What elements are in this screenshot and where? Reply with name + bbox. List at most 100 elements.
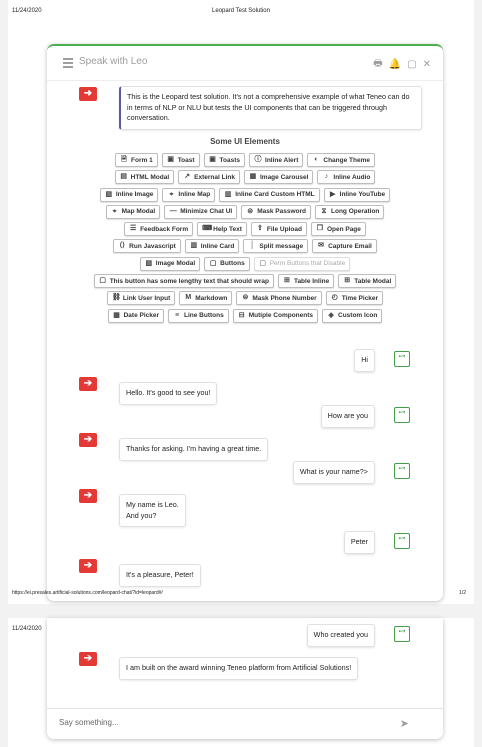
bot-message: Thanks for asking. I'm having a great ti… — [119, 438, 269, 461]
ui-element-button[interactable]: ▥ Inline Card — [184, 239, 240, 254]
ui-element-button-label: HTML Modal — [130, 173, 170, 181]
print-page-1: 11/24/2020 Leopard Test Solution Speak w… — [8, 0, 474, 604]
menu-icon[interactable] — [63, 58, 73, 70]
mask-icon: ⊜ — [247, 207, 254, 215]
ui-element-button[interactable]: ▢ Buttons — [204, 256, 250, 271]
mask-icon: ⊜ — [242, 294, 249, 302]
print-icon[interactable]: 🖶 — [373, 56, 382, 73]
message-input-bar: Say something... ➤ — [47, 708, 443, 739]
ui-element-button[interactable]: ▢ This button has some lengthy text that … — [93, 274, 274, 289]
ui-element-button[interactable]: ▥ Inline Card Custom HTML — [219, 187, 320, 202]
ui-element-button-label: Long Operation — [331, 208, 380, 216]
ui-element-button[interactable]: ◐ Change Theme — [307, 153, 375, 167]
ui-element-button[interactable]: ▣ Toast — [161, 153, 200, 167]
ui-element-button-label: Inline Image — [115, 191, 154, 199]
ui-button-row: ⟨⟩ Run Javascript ▥ Inline Card │ Split messa… — [47, 239, 443, 254]
ui-element-button[interactable]: ✉ Capture Email — [312, 239, 377, 254]
ui-element-button[interactable]: ⊞ Table Inline — [277, 274, 335, 289]
ui-element-button-label: Table Inline — [293, 277, 330, 285]
ui-element-button[interactable]: ⊜ Mask Phone Number — [236, 291, 322, 306]
ui-element-button[interactable]: ⌨ Help Text — [197, 222, 247, 237]
bot-avatar-icon: ➔ — [79, 489, 97, 503]
ui-element-button-label: Time Picker — [341, 294, 379, 302]
ui-element-button-label: Run Javascript — [129, 242, 176, 250]
ui-element-button-label: Help Text — [213, 225, 242, 233]
print-page-2: 11/24/2020 Leopard Test Solution Who cre… — [8, 618, 474, 747]
ui-element-button-label: Inline Audio — [333, 173, 371, 181]
ui-element-button[interactable]: ⇪ File Upload — [250, 222, 307, 237]
ui-element-button[interactable]: M Markdown — [179, 291, 233, 306]
user-avatar-icon: “” — [394, 407, 410, 423]
ui-element-button[interactable]: ⟨⟩ Run Javascript — [113, 239, 181, 254]
ui-element-button[interactable]: ▦ Image Carousel — [243, 170, 314, 185]
ui-element-button[interactable]: ▧ Image Modal — [139, 256, 201, 271]
ui-element-button[interactable]: ⊞ Table Modal — [338, 274, 397, 289]
ui-element-button[interactable]: ⌖ Inline Map — [162, 187, 216, 202]
ui-element-button[interactable]: ▧ Inline Image — [99, 187, 159, 202]
ui-element-button-label: Feedback Form — [140, 225, 189, 233]
user-message: Hi — [354, 349, 375, 372]
image-modal-icon: ▧ — [145, 259, 153, 267]
ui-elements-heading: Some UI Elements — [210, 137, 280, 146]
html-icon: ▤ — [120, 173, 127, 181]
theme-icon: ◐ — [314, 156, 319, 163]
bot-message: It's a pleasure, Peter! — [119, 564, 201, 587]
ui-element-button[interactable]: ◈ Custom Icon — [322, 308, 383, 323]
ui-element-button[interactable]: ⧖ Long Operation — [315, 204, 385, 219]
ui-element-button-label: Toast — [177, 156, 195, 164]
user-avatar-icon: “” — [394, 626, 410, 642]
markdown-icon: M — [185, 294, 192, 302]
ui-element-button[interactable]: ♪ Inline Audio — [317, 170, 376, 185]
ui-element-button[interactable]: ❐ Open Page — [310, 222, 366, 237]
ui-element-button-label: Buttons — [220, 260, 245, 268]
ui-element-button[interactable]: 🖹 Form 1 — [115, 153, 158, 167]
ui-element-button: ▢ Perm Buttons that Disable — [253, 256, 351, 271]
ui-element-button[interactable]: ▶ Inline YouTube — [323, 187, 391, 202]
help-icon: ⌨ — [202, 225, 213, 233]
bot-avatar-icon: ➔ — [79, 377, 97, 391]
ui-element-button[interactable]: ⛓ Link User Input — [106, 291, 176, 306]
ui-element-button[interactable]: ◴ Time Picker — [325, 291, 384, 306]
message-input[interactable]: Say something... — [59, 718, 119, 727]
ui-element-button-label: Custom Icon — [338, 312, 378, 320]
ui-element-button[interactable]: ☰ Feedback Form — [124, 222, 194, 237]
ui-element-button[interactable]: ⓘ Inline Alert — [249, 153, 304, 167]
ui-element-button[interactable]: ≡ Line Buttons — [168, 308, 229, 323]
print-url: https://ei.presales.artificial-solutions… — [12, 590, 163, 596]
ui-button-row: ☰ Feedback Form ⌨ Help Text ⇪ File Upload ❐ Ope… — [47, 222, 443, 237]
ui-element-button[interactable]: ↗ External Link — [178, 170, 240, 185]
ui-element-button-label: Change Theme — [323, 156, 370, 164]
ui-button-row: ⛓ Link User Input M Markdown ⊜ Mask Phone Num… — [47, 291, 443, 306]
clock-icon: ◴ — [331, 294, 338, 302]
ui-element-button[interactable]: ▦ Date Picker — [107, 308, 165, 323]
maximize-icon[interactable]: ▢ — [407, 59, 416, 70]
map-pin-icon: ⌖ — [169, 190, 174, 198]
upload-icon: ⇪ — [256, 225, 263, 233]
bot-message: I am built on the award winning Teneo pl… — [119, 657, 359, 680]
ui-element-button[interactable]: ⊟ Mutiple Components — [232, 308, 319, 323]
open-page-icon: ❐ — [316, 225, 324, 233]
card-icon: ▥ — [190, 242, 198, 250]
send-icon[interactable]: ➤ — [400, 717, 409, 730]
ui-element-button[interactable]: ▣ Toasts — [203, 153, 246, 167]
ui-element-button[interactable]: ⊜ Mask Password — [241, 204, 311, 219]
bell-icon[interactable]: 🔔 — [389, 59, 401, 70]
bot-avatar-icon: ➔ — [79, 433, 97, 447]
close-icon[interactable]: ✕ — [423, 59, 431, 70]
form-icon: 🖹 — [121, 156, 127, 163]
split-icon: │ — [250, 242, 255, 250]
ui-element-button-label: Capture Email — [328, 242, 372, 250]
email-icon: ✉ — [318, 242, 325, 250]
ui-element-button-label: Map Modal — [121, 208, 156, 216]
ui-element-button-label: Inline Alert — [265, 156, 299, 164]
ui-element-button-label: Inline Card — [200, 242, 235, 250]
ui-element-button[interactable]: │ Split message — [243, 239, 309, 254]
ui-element-button-label: Markdown — [195, 294, 228, 302]
hourglass-icon: ⧖ — [321, 207, 327, 215]
table-icon: ⊞ — [284, 277, 290, 285]
ui-element-button[interactable]: — Minimize Chat UI — [164, 204, 238, 219]
ui-element-button[interactable]: ▤ HTML Modal — [114, 170, 175, 185]
ui-element-button[interactable]: ⌖ Map Modal — [105, 204, 161, 219]
ui-element-button-label: Line Buttons — [184, 312, 224, 320]
buttons-icon: ▢ — [99, 277, 106, 285]
